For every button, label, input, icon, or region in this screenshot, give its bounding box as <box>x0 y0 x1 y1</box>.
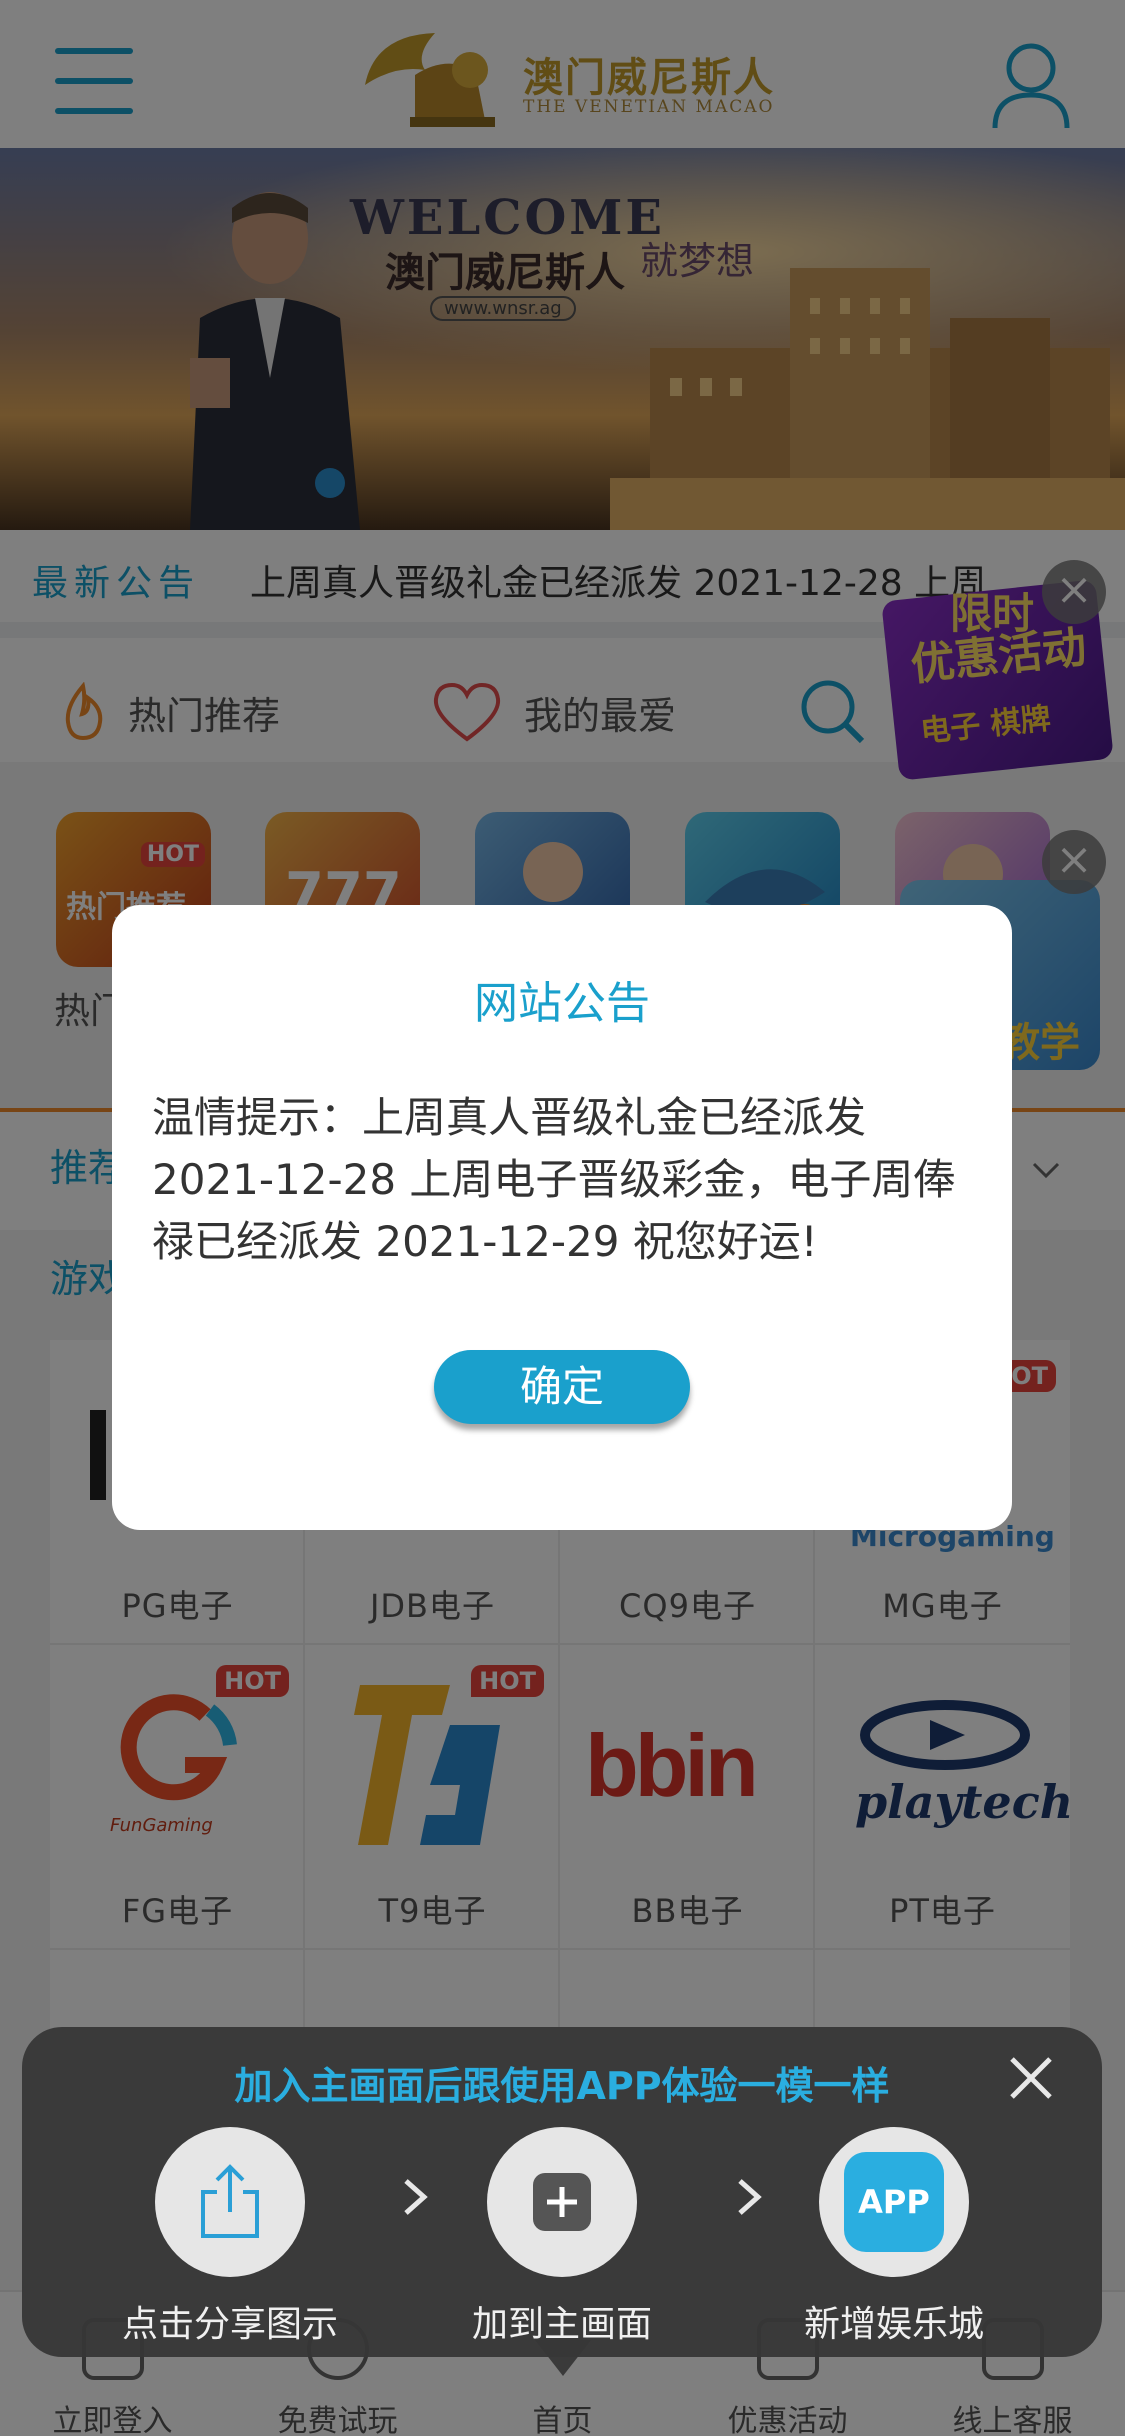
chevron-right-icon <box>404 2179 428 2215</box>
page: 澳门威尼斯人 THE VENETIAN MACAO <box>0 0 1125 2436</box>
share-icon <box>201 2164 259 2238</box>
confirm-button[interactable]: 确定 <box>434 1350 690 1424</box>
add-to-home-title: 加入主画面后跟使用APP体验一模一样 <box>234 2064 890 2108</box>
step-new-app: APP 新增娱乐城 <box>764 2127 1024 2357</box>
app-icon-circle: APP <box>819 2127 969 2277</box>
add-square-icon <box>533 2173 591 2231</box>
add-to-home-panel: 加入主画面后跟使用APP体验一模一样 点击分享图示 加到主画面 APP 新增娱乐… <box>22 2027 1102 2357</box>
add-icon-circle <box>487 2127 637 2277</box>
share-icon-circle <box>155 2127 305 2277</box>
step-label: 点击分享图示 <box>121 2304 338 2345</box>
step-add-home: 加到主画面 <box>432 2127 692 2357</box>
modal-title: 网站公告 <box>474 978 650 1029</box>
announcement-modal: 网站公告 温情提示：上周真人晋级礼金已经派发 2021-12-28 上周电子晋级… <box>112 905 1012 1530</box>
close-icon[interactable] <box>1004 2051 1058 2105</box>
step-label: 新增娱乐城 <box>803 2304 984 2345</box>
modal-message: 温情提示：上周真人晋级礼金已经派发 2021-12-28 上周电子晋级彩金，电子… <box>152 1093 956 1266</box>
step-share: 点击分享图示 <box>100 2127 360 2357</box>
chevron-right-icon <box>738 2179 762 2215</box>
panel-pointer-arrow <box>535 2340 591 2376</box>
app-icon: APP <box>844 2152 944 2252</box>
